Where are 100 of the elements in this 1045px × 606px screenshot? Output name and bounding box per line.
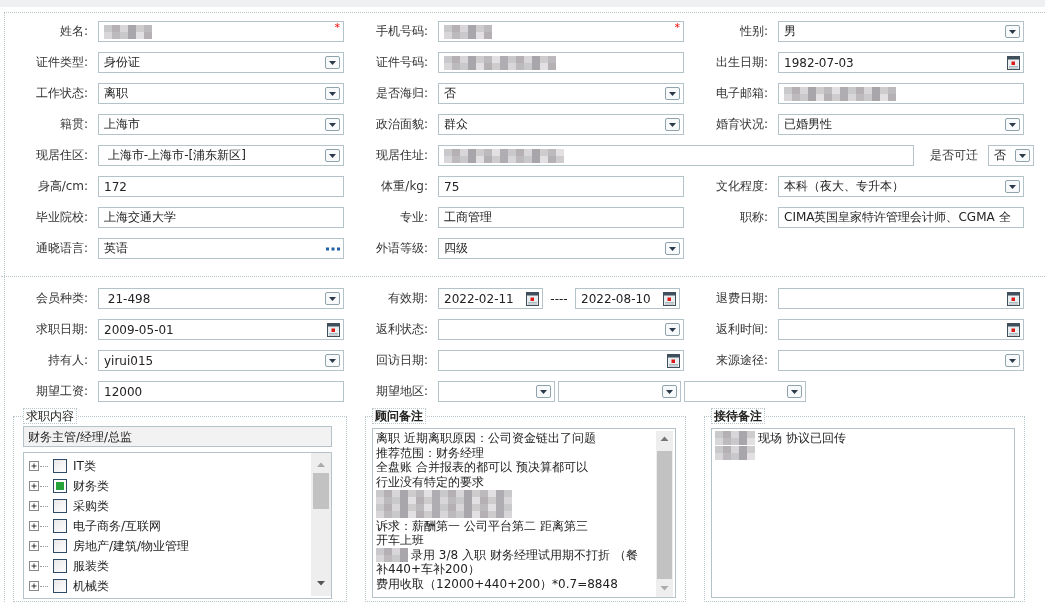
select-field[interactable]: 上海市-上海市-[浦东新区]	[98, 145, 344, 166]
date-field[interactable]	[438, 350, 684, 371]
field-label: 返利状态:	[374, 321, 428, 338]
select-field[interactable]: 本科（夜大、专升本）	[778, 176, 1024, 197]
date-field[interactable]: 2022-08-10	[575, 288, 680, 309]
scrollbar[interactable]	[311, 453, 331, 596]
field-label: 籍贯:	[58, 116, 88, 133]
text-field[interactable]: 75	[438, 176, 684, 197]
note-line: 开车上班	[376, 533, 425, 548]
calendar-icon[interactable]	[663, 291, 676, 306]
field-label: 是否海归:	[374, 85, 428, 102]
selection-field: 财务主管/经理/总监	[23, 426, 332, 447]
field-label: 返利时间:	[714, 321, 768, 338]
tree-item[interactable]: 房地产/建筑/物业管理	[73, 537, 190, 555]
date-field[interactable]	[778, 319, 1024, 340]
checkbox[interactable]	[53, 519, 67, 533]
select-field[interactable]: 否	[988, 145, 1034, 166]
text-field[interactable]: 上海交通大学	[98, 207, 344, 228]
tree-item[interactable]: 机械类	[73, 577, 109, 595]
expand-icon[interactable]	[29, 481, 39, 491]
field-label: 求职日期:	[34, 321, 88, 338]
select-field[interactable]: 群众	[438, 114, 684, 135]
text-field[interactable]: 12000	[98, 381, 344, 402]
select-field[interactable]: yirui015	[98, 350, 344, 371]
select-field[interactable]	[438, 381, 555, 402]
text-field[interactable]	[438, 145, 914, 166]
field-label: 是否可迁	[929, 147, 978, 164]
select-field[interactable]: 否	[438, 83, 684, 104]
checkbox[interactable]	[53, 479, 67, 493]
text-field[interactable]: *	[98, 21, 344, 42]
expand-icon[interactable]	[29, 541, 39, 551]
note-line: 现场 协议已回传	[758, 431, 846, 446]
calendar-icon[interactable]	[327, 322, 340, 337]
checkbox[interactable]	[53, 499, 67, 513]
text-field[interactable]: CIMA英国皇家特许管理会计师、CGMA 全	[778, 207, 1024, 228]
calendar-icon[interactable]	[1007, 291, 1020, 306]
select-field[interactable]: 身份证	[98, 52, 344, 73]
field-label: 期望工资:	[34, 383, 88, 400]
field-label: 政治面貌:	[374, 116, 428, 133]
tree-item[interactable]: 服装类	[73, 557, 109, 575]
field-label: 退费日期:	[714, 290, 768, 307]
field-label: 来源途径:	[714, 352, 768, 369]
calendar-icon[interactable]	[1007, 55, 1020, 70]
blurred-value	[715, 431, 755, 446]
select-field[interactable]: 21-498	[98, 288, 344, 309]
field-label: 职称:	[738, 209, 768, 226]
expand-icon[interactable]	[29, 501, 39, 511]
tree-item[interactable]: 财务类	[73, 477, 109, 495]
field-label: 电子邮箱:	[714, 85, 768, 102]
date-field[interactable]: 1982-07-03	[778, 52, 1024, 73]
tree-item[interactable]: 采购类	[73, 497, 109, 515]
calendar-icon[interactable]	[1007, 322, 1020, 337]
more-icon[interactable]	[326, 246, 340, 251]
field-label: 外语等级:	[374, 240, 428, 257]
field-label: 现居住区:	[34, 147, 88, 164]
checkbox[interactable]	[53, 579, 67, 593]
expand-icon[interactable]	[29, 581, 39, 591]
expand-icon[interactable]	[29, 521, 39, 531]
panel-legend: 求职内容	[23, 408, 77, 424]
field-label: 证件类型:	[34, 54, 88, 71]
select-field[interactable]: 已婚男性	[778, 114, 1024, 135]
checkbox[interactable]	[53, 459, 67, 473]
scrollbar[interactable]	[656, 431, 673, 597]
note-line: 诉求：薪酬第一 公司平台第二 距离第三	[376, 518, 589, 534]
date-field[interactable]	[778, 288, 1024, 309]
select-field[interactable]	[438, 319, 684, 340]
calendar-icon[interactable]	[526, 291, 539, 306]
checkbox[interactable]	[53, 539, 67, 553]
panel-legend: 顾问备注	[372, 408, 426, 424]
advisor-notes-textarea[interactable]: 离职 近期离职原因：公司资金链出了问题 推荐范围：财务经理 全盘账 合并报表的都可以 预决算都可以 行业没有特定的要求 诉求：薪酬第一 公司平台第二 距离第三 开车上班 录用 3/8 入职 财务经理试用期不打折 （餐 补440+车补200） 费用收取（12000+440+200）*0.7=8848	[372, 428, 676, 598]
text-field[interactable]	[778, 83, 1024, 104]
note-line: 录用 3/8 入职 财务经理试用期不打折 （餐	[411, 547, 638, 563]
tree-item[interactable]: IT类	[73, 457, 96, 475]
expand-icon[interactable]	[29, 561, 39, 571]
text-field[interactable]: 工商管理	[438, 207, 684, 228]
note-line: 行业没有特定的要求	[376, 474, 485, 490]
date-field[interactable]: 2009-05-01	[98, 319, 344, 340]
text-field[interactable]: *	[438, 21, 684, 42]
field-label: 毕业院校:	[34, 209, 88, 226]
date-field[interactable]: 2022-02-11	[438, 288, 543, 309]
field-label: 证件号码:	[374, 54, 428, 71]
calendar-icon[interactable]	[667, 353, 680, 368]
select-field[interactable]	[778, 350, 1024, 371]
field-label: 现居住址:	[374, 147, 428, 164]
tree-item[interactable]: 电子商务/互联网	[73, 517, 162, 535]
text-field[interactable]: 172	[98, 176, 344, 197]
field-label: 性别:	[738, 23, 768, 40]
select-field[interactable]: 男	[778, 21, 1024, 42]
note-line: 费用收取（12000+440+200）*0.7=8848	[376, 576, 619, 592]
checkbox[interactable]	[53, 559, 67, 573]
select-field[interactable]: 离职	[98, 83, 344, 104]
select-field[interactable]	[684, 381, 806, 402]
field-label: 持有人:	[46, 352, 88, 369]
select-field[interactable]: 上海市	[98, 114, 344, 135]
expand-icon[interactable]	[29, 461, 39, 471]
reception-notes-textarea[interactable]: 现场 协议已回传	[711, 428, 1015, 598]
text-field[interactable]	[438, 52, 684, 73]
lookup-field[interactable]: 英语	[98, 238, 344, 259]
select-field[interactable]: 四级	[438, 238, 684, 259]
select-field[interactable]	[558, 381, 681, 402]
